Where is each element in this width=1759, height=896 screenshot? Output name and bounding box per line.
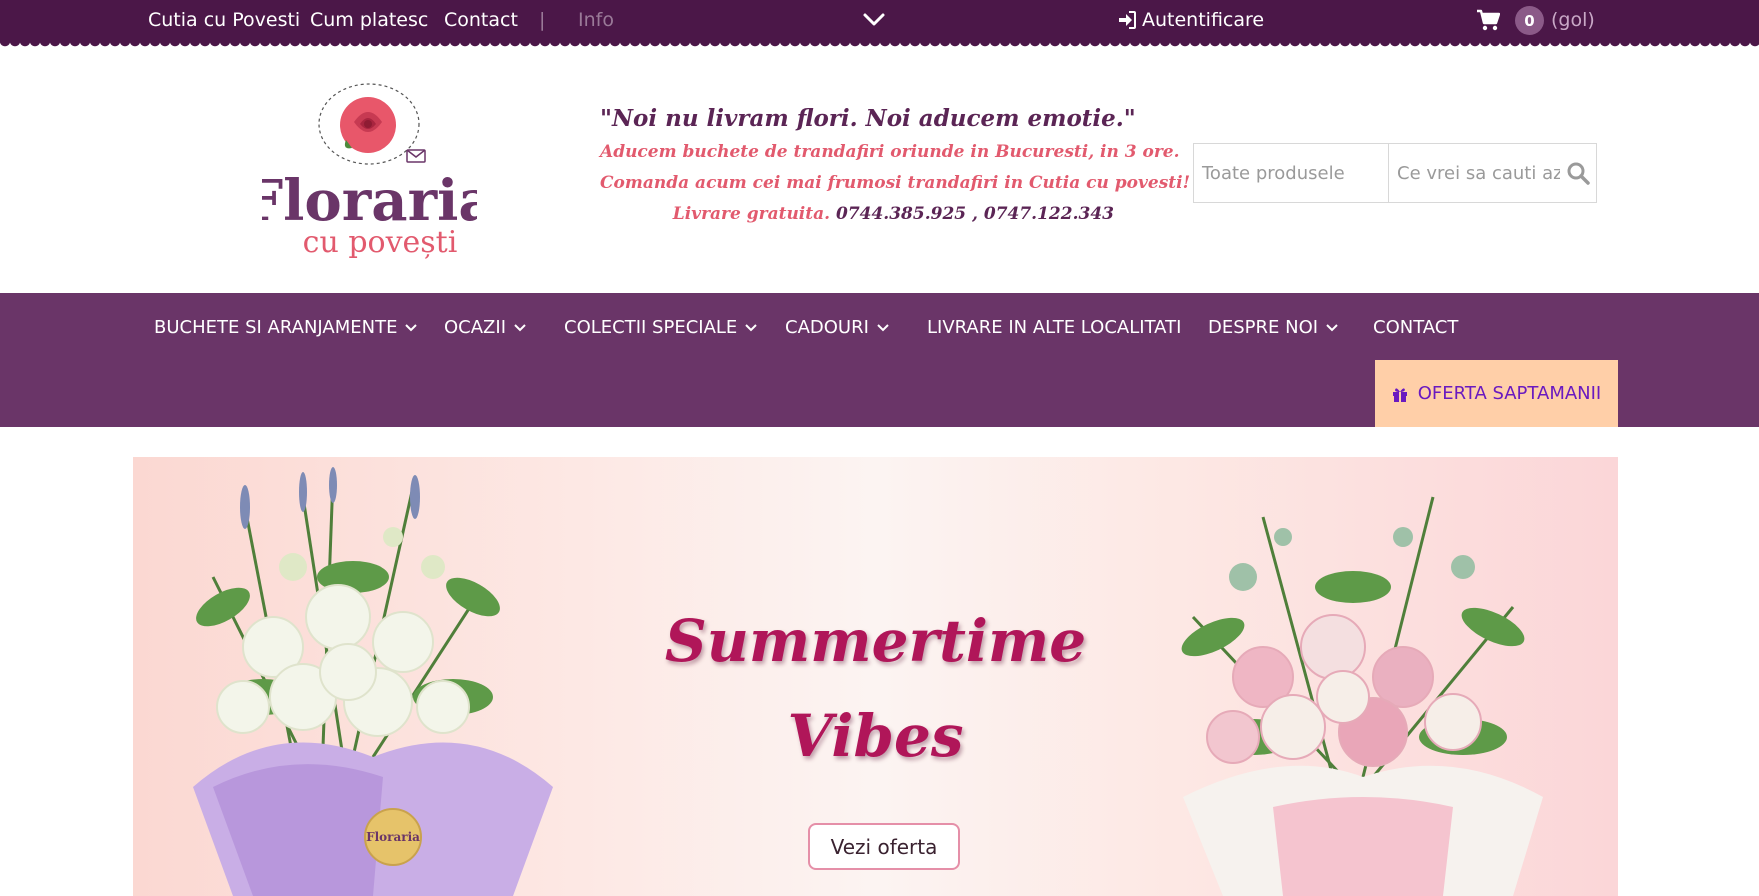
hero-banner[interactable]: Floraria Summertime Vibes Vezi oferta	[133, 457, 1618, 896]
nav-item-livrare[interactable]: LIVRARE IN ALTE LOCALITATI	[927, 317, 1181, 338]
box-logo-label: Floraria	[366, 830, 420, 844]
chevron-down-icon	[877, 323, 889, 331]
floraria-logo[interactable]: Floraria cu povești	[262, 80, 477, 265]
top-link-contact[interactable]: Contact	[444, 9, 518, 31]
nav-item-cadouri[interactable]: CADOURI	[785, 317, 889, 338]
search-bar: Toate produsele	[1193, 143, 1597, 203]
slogan-line-1: Aducem buchete de trandafiri oriunde in …	[600, 142, 1180, 162]
nav-label: CADOURI	[785, 317, 869, 338]
right-bouquet-image	[1181, 496, 1543, 896]
chevron-down-icon	[745, 323, 758, 331]
top-bar: Cutia cu Povesti Cum platesc Contact | I…	[0, 0, 1759, 42]
nav-item-contact[interactable]: CONTACT	[1373, 317, 1458, 338]
search-category-select[interactable]: Toate produsele	[1194, 144, 1389, 202]
top-separator: |	[539, 9, 546, 31]
slogan-main: "Noi nu livram flori. Noi aducem emotie.…	[600, 105, 1136, 132]
nav-label: BUCHETE SI ARANJAMENTE	[154, 317, 398, 338]
search-input[interactable]	[1389, 144, 1560, 202]
phone-numbers[interactable]: 0744.385.925 , 0747.122.343	[836, 204, 1114, 224]
search-icon	[1567, 162, 1590, 185]
rose-icon	[340, 97, 396, 153]
nav-item-despre-noi[interactable]: DESPRE NOI	[1208, 317, 1338, 338]
cart-empty-label[interactable]: (gol)	[1551, 9, 1595, 31]
top-link-info[interactable]: Info	[578, 9, 614, 31]
chevron-down-icon[interactable]	[862, 10, 886, 30]
chevron-down-icon	[1326, 323, 1338, 331]
nav-label: CONTACT	[1373, 317, 1459, 338]
nav-label: DESPRE NOI	[1208, 317, 1319, 338]
slogan-line-2: Comanda acum cei mai frumosi trandafiri …	[600, 173, 1191, 193]
login-label: Autentificare	[1142, 9, 1265, 31]
nav-label: LIVRARE IN ALTE LOCALITATI	[927, 317, 1182, 338]
see-offer-button[interactable]: Vezi oferta	[808, 823, 960, 870]
nav-item-buchete[interactable]: BUCHETE SI ARANJAMENTE	[154, 317, 418, 338]
main-nav: BUCHETE SI ARANJAMENTE OCAZII COLECTII S…	[0, 293, 1759, 427]
logo-tagline: cu povești	[303, 225, 458, 260]
chevron-down-icon	[514, 323, 526, 331]
nav-label: OCAZII	[444, 317, 506, 338]
topbar-scallop-border	[0, 42, 1759, 50]
cart-icon[interactable]	[1476, 9, 1500, 31]
slogan-line-3: Livrare gratuita. 0744.385.925 , 0747.12…	[600, 204, 1114, 224]
nav-item-colectii[interactable]: COLECTII SPECIALE	[564, 317, 758, 338]
sign-in-icon	[1119, 11, 1136, 29]
weekly-offer-label: OFERTA SAPTAMANII	[1417, 383, 1602, 404]
gift-icon	[1392, 387, 1407, 402]
weekly-offer-button[interactable]: OFERTA SAPTAMANII	[1375, 360, 1618, 427]
free-delivery-text: Livrare gratuita.	[672, 204, 831, 224]
nav-label: COLECTII SPECIALE	[564, 317, 738, 338]
nav-item-ocazii[interactable]: OCAZII	[444, 317, 526, 338]
top-link-cum-platesc[interactable]: Cum platesc	[310, 9, 428, 31]
top-link-cutia[interactable]: Cutia cu Povesti	[148, 9, 300, 31]
envelope-icon	[406, 149, 426, 163]
login-link[interactable]: Autentificare	[1118, 9, 1264, 31]
left-bouquet-image: Floraria	[193, 467, 553, 896]
search-button[interactable]	[1560, 144, 1596, 202]
chevron-down-icon	[405, 323, 418, 331]
cart-count-badge[interactable]: 0	[1515, 6, 1544, 35]
